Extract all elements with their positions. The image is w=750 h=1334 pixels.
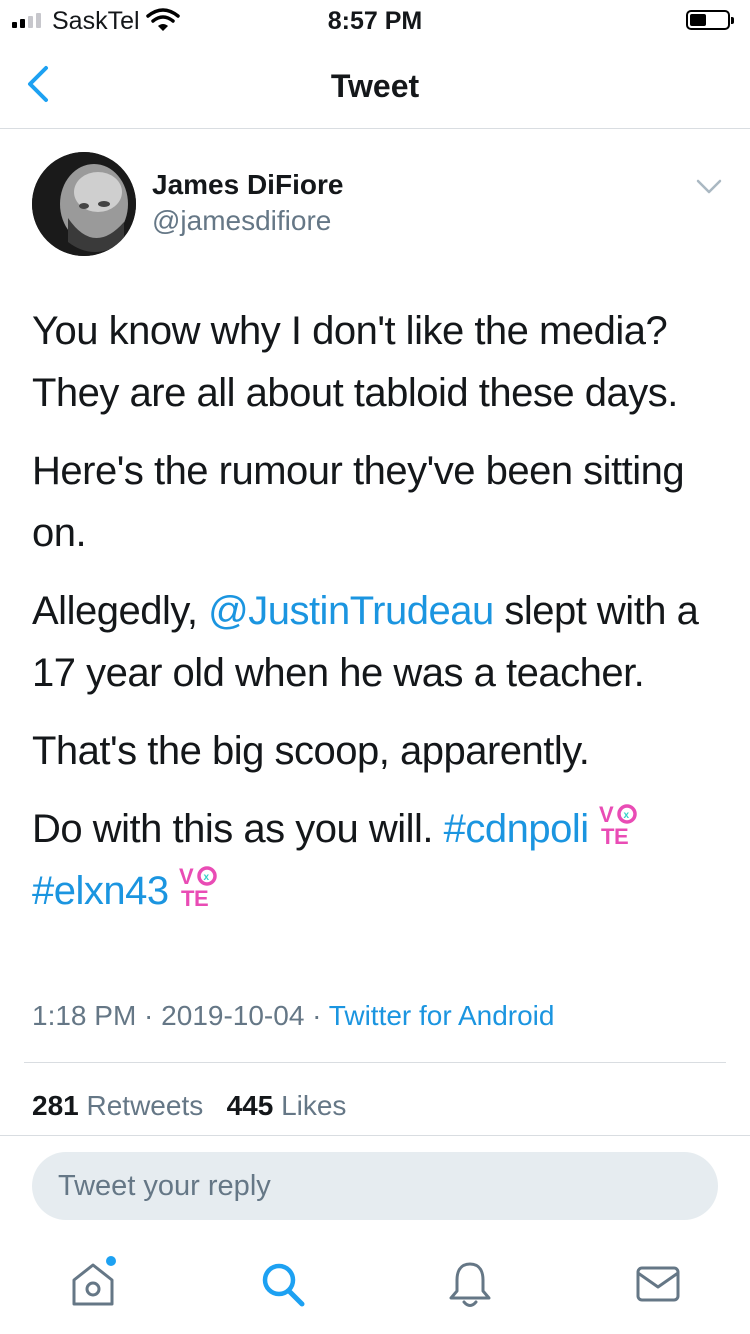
- author-handle[interactable]: @jamesdifiore: [152, 205, 331, 237]
- notifications-icon[interactable]: [445, 1258, 495, 1310]
- text-span: Do with this as you will.: [32, 807, 444, 851]
- divider: [24, 1062, 726, 1063]
- chevron-down-icon[interactable]: [696, 178, 722, 196]
- retweets-label: Retweets: [86, 1090, 204, 1121]
- likes-stat[interactable]: 445 Likes: [227, 1090, 347, 1121]
- status-bar: SaskTel 8:57 PM: [0, 0, 750, 40]
- text-span: Allegedly,: [32, 589, 209, 633]
- retweets-stat[interactable]: 281 Retweets: [32, 1090, 203, 1121]
- nav-header: Tweet: [0, 40, 750, 129]
- hashtag-link[interactable]: #cdnpoli: [444, 807, 590, 851]
- vote-emoji-icon: V x TE: [599, 802, 637, 848]
- svg-text:TE: TE: [601, 824, 628, 848]
- tweet-paragraph: You know why I don't like the media? The…: [32, 309, 678, 415]
- reply-input[interactable]: [32, 1152, 718, 1220]
- hashtag-link[interactable]: #elxn43: [32, 869, 169, 913]
- mention-link[interactable]: @JustinTrudeau: [208, 589, 494, 633]
- avatar[interactable]: [32, 152, 136, 256]
- separator: ·: [304, 1000, 329, 1031]
- status-time: 8:57 PM: [327, 7, 423, 35]
- svg-text:x: x: [623, 810, 629, 821]
- tweet-stats: 281 Retweets 445 Likes: [32, 1090, 346, 1122]
- divider: [0, 1135, 750, 1136]
- likes-label: Likes: [281, 1090, 347, 1121]
- separator: ·: [136, 1000, 162, 1031]
- tweet-paragraph: That's the big scoop, apparently.: [32, 729, 590, 773]
- tweet-time: 1:18 PM: [32, 1000, 137, 1031]
- tweet-text: You know why I don't like the media? The…: [32, 300, 722, 938]
- tweet-paragraph: Allegedly, @JustinTrudeau slept with a 1…: [32, 580, 722, 704]
- svg-text:TE: TE: [181, 886, 208, 910]
- likes-count: 445: [226, 1090, 274, 1121]
- tweet-meta: 1:18 PM · 2019-10-04 · Twitter for Andro…: [32, 1000, 554, 1032]
- notification-dot: [106, 1256, 116, 1266]
- search-icon[interactable]: [258, 1258, 308, 1310]
- tweet-paragraph: Do with this as you will. #cdnpoli V x T…: [32, 798, 722, 922]
- vote-emoji-icon: V x TE: [179, 864, 217, 910]
- retweets-count: 281: [32, 1090, 79, 1121]
- tweet-source-link[interactable]: Twitter for Android: [329, 1000, 555, 1031]
- tweet-date: 2019-10-04: [161, 1000, 305, 1031]
- tweet-paragraph: Here's the rumour they've been sitting o…: [32, 449, 685, 555]
- messages-icon[interactable]: [633, 1258, 683, 1310]
- battery-icon: [686, 10, 734, 30]
- svg-text:x: x: [203, 872, 209, 883]
- author-name[interactable]: James DiFiore: [152, 169, 343, 201]
- page-title: Tweet: [330, 68, 420, 104]
